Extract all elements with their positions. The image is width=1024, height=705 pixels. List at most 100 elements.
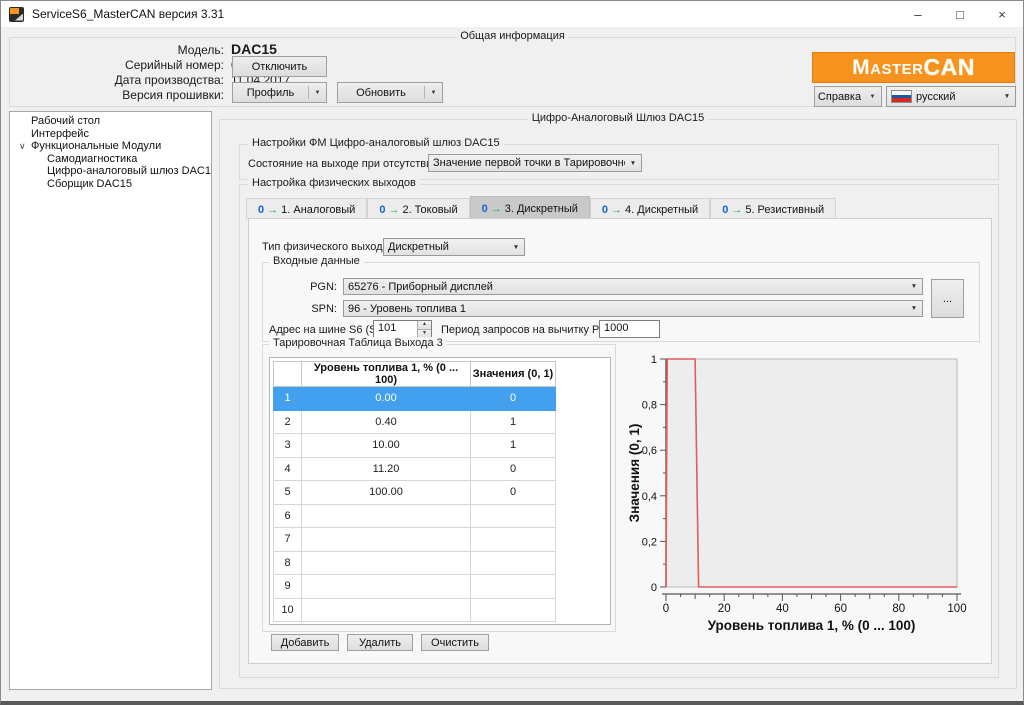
tree-item[interactable]: ∨ Функциональные Модули [10, 140, 211, 153]
table-cell[interactable]: 5 [273, 480, 302, 505]
calibration-table-group: Тарировочная Таблица Выхода 3 Уровень то… [262, 337, 616, 632]
info-row: Модель: DAC15 [10, 41, 340, 57]
add-button[interactable]: Добавить [271, 634, 339, 651]
tab-2[interactable]: 0 → 2. Токовый [367, 198, 470, 220]
table-cell[interactable]: 10 [273, 597, 302, 622]
table-cell[interactable]: 8 [273, 550, 302, 575]
general-info-group-label: Общая информация [456, 30, 569, 42]
table-cell[interactable] [301, 574, 471, 599]
x-tick-label: 40 [776, 603, 789, 615]
tree-item[interactable]: Интерфейс [10, 128, 211, 141]
chevron-expanded-icon[interactable]: ∨ [19, 140, 26, 153]
table-cell[interactable]: 1 [273, 386, 302, 411]
table-row[interactable]: 10 [273, 597, 556, 622]
table-row[interactable]: 5 100.00 0 [273, 480, 556, 505]
tab-label: 5. Резистивный [745, 203, 825, 216]
table-cell[interactable] [470, 503, 556, 528]
table-row[interactable]: 4 11.20 0 [273, 456, 556, 481]
table-cell[interactable]: 3 [273, 433, 302, 458]
tab-3[interactable]: 0 → 3. Дискретный [469, 196, 590, 220]
dac-gateway-group-label: Цифро-Аналоговый Шлюз DAC15 [527, 112, 709, 124]
table-cell[interactable]: 1 [470, 409, 556, 434]
table-row[interactable]: 1 0.00 0 [273, 386, 556, 411]
maximize-button[interactable]: □ [939, 1, 981, 27]
period-input[interactable]: 1000 [599, 320, 660, 338]
stepper-up-icon[interactable]: ▲ [418, 321, 431, 330]
table-cell[interactable] [301, 527, 471, 552]
table-cell[interactable]: 0 [470, 386, 556, 411]
tree-item[interactable]: Рабочий стол [10, 115, 211, 128]
tree-item[interactable]: Цифро-аналоговый шлюз DAC15 [10, 165, 211, 178]
app-window: ServiceS6_MasterCAN версия 3.31 – □ × Об… [0, 0, 1024, 705]
y-tick-label: 0,8 [642, 400, 657, 412]
table-cell[interactable]: 100.00 [301, 480, 471, 505]
table-cell[interactable] [301, 503, 471, 528]
table-cell[interactable]: 10.00 [301, 433, 471, 458]
table-row[interactable]: 3 10.00 1 [273, 433, 556, 458]
table-row[interactable]: 7 [273, 527, 556, 552]
tab-label: 3. Дискретный [504, 202, 578, 215]
tab-1[interactable]: 0 → 1. Аналоговый [246, 198, 368, 220]
help-button[interactable]: Справка ▼ [814, 86, 882, 107]
chevron-down-icon: ▼ [314, 89, 321, 96]
table-cell[interactable]: 0.00 [301, 386, 471, 411]
table-cell[interactable]: 7 [273, 527, 302, 552]
clear-button[interactable]: Очистить [421, 634, 489, 651]
table-cell[interactable]: 1 [470, 433, 556, 458]
chevron-down-icon: ▼ [430, 89, 437, 96]
tab-label: 1. Аналоговый [281, 203, 356, 216]
no-data-state-select[interactable]: Значение первой точки в Тарировочной Таб… [428, 154, 642, 172]
delete-button[interactable]: Удалить [347, 634, 413, 651]
table-cell[interactable] [301, 550, 471, 575]
pgn-select[interactable]: 65276 - Приборный дисплей ▼ [343, 278, 923, 295]
tab-badge: 0 [258, 203, 265, 216]
stepper-down-icon[interactable]: ▼ [418, 329, 431, 337]
tree-item[interactable]: Сборщик DAC15 [10, 178, 211, 191]
table-cell[interactable]: 2 [273, 409, 302, 434]
tree-item-label: Цифро-аналоговый шлюз DAC15 [47, 165, 212, 177]
table-header-cell [273, 361, 302, 387]
table-cell[interactable]: 0 [470, 480, 556, 505]
address-stepper[interactable]: 101 ▲ ▼ [373, 320, 432, 338]
tab-4[interactable]: 0 → 4. Дискретный [589, 198, 711, 220]
tab-5[interactable]: 0 → 5. Резистивный [710, 198, 837, 220]
x-axis-title: Уровень топлива 1, % (0 ... 100) [708, 618, 916, 633]
table-cell[interactable] [470, 527, 556, 552]
tree-item[interactable]: Самодиагностика [10, 153, 211, 166]
tab-label: 2. Токовый [402, 203, 458, 216]
disconnect-button[interactable]: Отключить [232, 56, 327, 77]
spn-select[interactable]: 96 - Уровень топлива 1 ▼ [343, 300, 923, 317]
table-cell[interactable]: 0.40 [301, 409, 471, 434]
table-row[interactable]: 6 [273, 503, 556, 528]
table-cell[interactable]: 0 [470, 456, 556, 481]
mastercan-logo: Master CAN [812, 52, 1015, 83]
profile-button[interactable]: Профиль ▼ [232, 82, 327, 103]
fm-settings-group: Настройки ФМ Цифро-аналоговый шлюз DAC15… [239, 137, 999, 180]
table-cell[interactable] [470, 574, 556, 599]
plot-area [665, 358, 958, 588]
output-type-select[interactable]: Дискретный ▼ [383, 238, 525, 256]
table-row[interactable]: 2 0.40 1 [273, 409, 556, 434]
table-cell[interactable]: 4 [273, 456, 302, 481]
chevron-down-icon: ▼ [1003, 93, 1011, 100]
update-button[interactable]: Обновить ▼ [337, 82, 443, 103]
calibration-table-group-label: Тарировочная Таблица Выхода 3 [269, 337, 447, 349]
table-cell[interactable]: 11.20 [301, 456, 471, 481]
language-select[interactable]: русский ▼ [886, 86, 1016, 107]
table-cell[interactable] [470, 597, 556, 622]
info-label: Серийный номер: [125, 58, 224, 72]
table-row[interactable]: 8 [273, 550, 556, 575]
close-button[interactable]: × [981, 1, 1023, 27]
table-cell[interactable] [470, 550, 556, 575]
y-tick-label: 0,2 [642, 536, 657, 548]
calibration-table[interactable]: Уровень топлива 1, % (0 ... 100) Значения… [273, 361, 556, 622]
tab-content-panel: Тип физического выхода: Дискретный ▼ Вхо… [248, 218, 992, 664]
minimize-button[interactable]: – [897, 1, 939, 27]
table-row[interactable]: 9 [273, 574, 556, 599]
table-cell[interactable] [301, 597, 471, 622]
russian-flag-icon [891, 90, 912, 103]
table-cell[interactable]: 9 [273, 574, 302, 599]
table-cell[interactable]: 6 [273, 503, 302, 528]
more-button[interactable]: ... [931, 279, 964, 318]
tab-label: 4. Дискретный [625, 203, 699, 216]
